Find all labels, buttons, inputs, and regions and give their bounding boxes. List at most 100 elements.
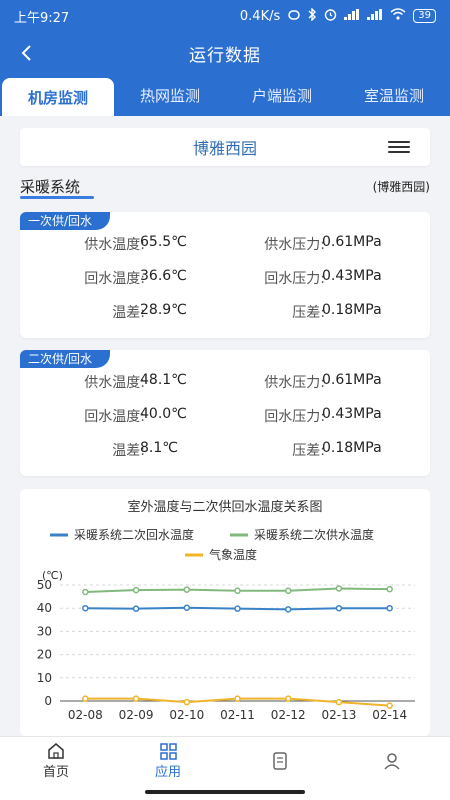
signal-icon-2 [367, 8, 383, 24]
supply-temp-value: 65.5℃ [140, 234, 187, 250]
data-point [234, 695, 241, 702]
y-tick-label: 10 [37, 671, 52, 685]
status-bar: 上午9:27 0.4K/s 39 [0, 0, 450, 32]
data-point [284, 695, 292, 702]
supply-temp-value: 48.1℃ [140, 372, 187, 388]
primary-return-row: 回水温度: 36.6℃ 回水压力: 0.43MPa [20, 268, 430, 288]
diff-press-label: 压差: [292, 443, 325, 459]
tab-bar: 机房监测 热网监测 户端监测 室温监测 [0, 74, 450, 116]
return-temp-label: 回水温度: [84, 271, 145, 287]
supply-temp-label: 供水温度: [84, 237, 145, 253]
grid-icon [159, 741, 177, 761]
data-point [82, 604, 89, 612]
nav-apps-label: 应用 [154, 765, 181, 780]
return-temp-label: 回水温度: [84, 409, 145, 425]
chart-title: 室外温度与二次供回水温度关系图 [127, 499, 322, 515]
section-title: 采暖系统 [20, 178, 81, 196]
tab-household[interactable]: 户端监测 [226, 74, 338, 116]
y-tick-label: 0 [44, 694, 52, 708]
diff-press-value: 0.18MPa [322, 440, 382, 456]
data-point [386, 604, 393, 612]
data-point [284, 606, 292, 613]
menu-icon[interactable] [388, 138, 410, 156]
status-time: 上午9:27 [14, 10, 70, 26]
diff-temp-value: 28.9℃ [140, 302, 187, 318]
legend-label: 采暖系统二次供水温度 [254, 527, 374, 542]
diff-press-value: 0.18MPa [322, 302, 382, 318]
data-point [183, 586, 191, 593]
supply-press-label: 供水压力: [264, 237, 325, 253]
data-point [183, 698, 191, 706]
nav-home[interactable]: 首页 [0, 737, 112, 784]
data-point [386, 702, 393, 709]
return-press-value: 0.43MPa [322, 268, 382, 284]
primary-diff-row: 温差: 28.9℃ 压差: 0.18MPa [20, 302, 430, 322]
nav-home-label: 首页 [42, 765, 69, 780]
secondary-water-card: 二次供/回水 供水温度: 48.1℃ 供水压力: 0.61MPa 回水温度: 4… [20, 350, 430, 476]
wifi-icon [390, 8, 406, 24]
home-indicator [0, 784, 450, 800]
data-point [132, 586, 140, 594]
user-icon [383, 751, 401, 771]
data-point [234, 605, 241, 612]
data-point [234, 587, 241, 595]
primary-water-label: 一次供/回水 [20, 212, 111, 230]
return-press-label: 回水压力: [264, 409, 325, 425]
secondary-supply-row: 供水温度: 48.1℃ 供水压力: 0.61MPa [20, 372, 430, 392]
data-point [183, 604, 191, 611]
primary-water-card: 一次供/回水 供水温度: 65.5℃ 供水压力: 0.61MPa 回水温度: 3… [20, 212, 430, 338]
diff-temp-value: 8.1℃ [140, 440, 178, 456]
return-press-value: 0.43MPa [322, 406, 382, 422]
nav-messages[interactable] [224, 737, 336, 784]
data-point [132, 695, 140, 702]
legend-label: 气象温度 [209, 547, 257, 562]
x-tick-label: 02-12 [271, 708, 306, 722]
page-title: 运行数据 [189, 45, 261, 66]
y-tick-label: 40 [37, 601, 52, 615]
chevron-left-icon [21, 45, 31, 61]
legend-label: 采暖系统二次回水温度 [74, 527, 194, 542]
data-point [335, 698, 343, 706]
secondary-water-label: 二次供/回水 [20, 350, 111, 368]
signal-icon [344, 8, 360, 24]
app-bar: 运行数据 [0, 32, 450, 74]
vibrate-icon [287, 9, 301, 24]
station-selector[interactable]: 博雅西园 [20, 128, 430, 166]
tab-heat-network[interactable]: 热网监测 [114, 74, 226, 116]
x-tick-label: 02-08 [68, 708, 103, 722]
data-point [284, 587, 292, 595]
x-tick-label: 02-14 [372, 708, 407, 722]
y-tick-label: 50 [37, 578, 52, 592]
tab-machine-room[interactable]: 机房监测 [2, 78, 114, 116]
data-point [132, 605, 140, 612]
y-tick-label: 20 [37, 648, 52, 662]
data-point [335, 585, 343, 592]
y-tick-label: 30 [37, 624, 52, 638]
nav-profile[interactable] [336, 737, 448, 784]
temperature-chart: 室外温度与二次供回水温度关系图采暖系统二次回水温度 采暖系统二次供水温度气象温度(… [37, 499, 415, 722]
section-header: 采暖系统 (博雅西园) [20, 176, 430, 200]
back-button[interactable] [12, 39, 40, 67]
nav-apps[interactable]: 应用 [112, 737, 224, 784]
alarm-icon [324, 8, 337, 25]
data-point [386, 585, 393, 593]
data-point [82, 695, 89, 702]
station-name: 博雅西园 [192, 139, 257, 158]
secondary-diff-row: 温差: 8.1℃ 压差: 0.18MPa [20, 440, 430, 460]
data-point [82, 588, 89, 596]
supply-press-label: 供水压力: [264, 375, 325, 391]
return-temp-value: 40.0℃ [140, 406, 187, 422]
section-underline [20, 196, 94, 199]
data-point [335, 604, 343, 612]
primary-supply-row: 供水温度: 65.5℃ 供水压力: 0.61MPa [20, 234, 430, 254]
return-temp-value: 36.6℃ [140, 268, 187, 284]
tab-room-temp[interactable]: 室温监测 [338, 74, 450, 116]
x-tick-label: 02-10 [169, 708, 204, 722]
secondary-return-row: 回水温度: 40.0℃ 回水压力: 0.43MPa [20, 406, 430, 426]
temperature-chart-card: 室外温度与二次供回水温度关系图 采暖系统二次回水温度 采暖系统二次供水温度 气象温度(… [20, 489, 430, 736]
home-icon [47, 741, 65, 761]
status-icons: 0.4K/s 39 [240, 6, 436, 25]
x-tick-label: 02-13 [321, 708, 356, 722]
main-content: 博雅西园 采暖系统 (博雅西园) 一次供/回水 供水温度: 65.5℃ 供水压力… [0, 116, 450, 736]
supply-press-value: 0.61MPa [322, 372, 382, 388]
